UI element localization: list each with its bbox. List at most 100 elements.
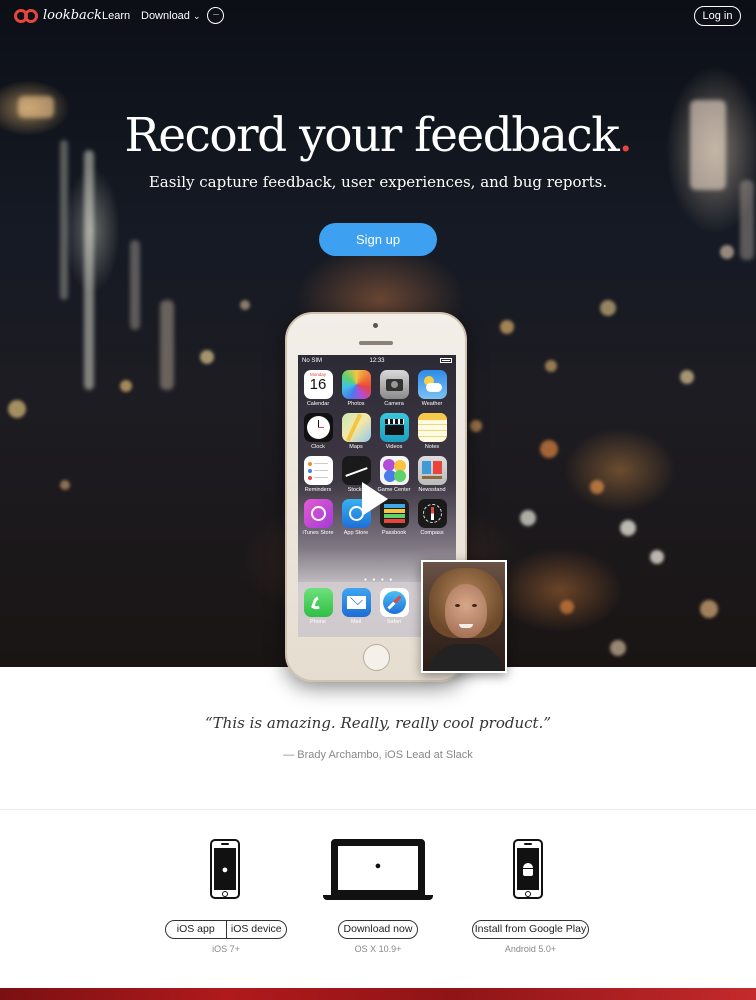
signup-button[interactable]: Sign up: [319, 223, 437, 256]
app-label: Mail: [350, 619, 362, 625]
app-compass: Compass: [413, 499, 451, 536]
ios-phone-device-icon: ●: [210, 839, 240, 899]
google-play-button[interactable]: Install from Google Play: [472, 920, 589, 939]
ios-requirement: iOS 7+: [212, 944, 240, 954]
ios-download-buttons: iOS app iOS device: [165, 920, 287, 939]
app-label: Safari: [386, 619, 402, 625]
logo[interactable]: lookback: [14, 8, 102, 23]
app-label: Videos: [385, 444, 403, 450]
home-button: [363, 644, 390, 671]
hero-title-text: Record your feedback: [124, 108, 619, 163]
clock-icon: [303, 413, 333, 442]
app-mail: Mail: [337, 588, 375, 625]
phone-speaker: [359, 341, 393, 345]
app-photos: Photos: [337, 370, 375, 407]
top-nav: lookback Learn Download ⌄ ··· Log in: [0, 0, 756, 34]
bokeh-light: [60, 140, 68, 300]
itunes-store-icon: [303, 499, 333, 528]
hero-title-dot: .: [618, 108, 633, 163]
nav-learn-link[interactable]: Learn: [102, 10, 130, 22]
bokeh-light: [610, 640, 626, 656]
nav-download-label: Download: [141, 10, 190, 22]
testimonial-quote: “This is amazing. Really, really cool pr…: [205, 714, 551, 732]
app-camera: Camera: [375, 370, 413, 407]
maps-icon: [341, 413, 371, 442]
ios-device-button[interactable]: iOS device: [227, 921, 287, 938]
login-button[interactable]: Log in: [694, 6, 741, 26]
bokeh-light: [120, 380, 132, 392]
apple-logo-icon: ●: [374, 860, 382, 872]
calendar-date: 16: [309, 376, 327, 393]
safari-icon: [379, 588, 409, 617]
bokeh-light: [130, 240, 140, 330]
app-itunes-store: iTunes Store: [299, 499, 337, 536]
bokeh-light: [700, 600, 718, 618]
app-label: iTunes Store: [302, 530, 334, 536]
app-label: Calendar: [306, 401, 330, 407]
bokeh-light: [545, 360, 557, 372]
play-icon[interactable]: [362, 482, 388, 516]
nav-download-menu[interactable]: Download ⌄: [141, 10, 201, 22]
bokeh-light: [470, 420, 482, 432]
chevron-down-icon: ⌄: [192, 11, 201, 21]
app-label: Notes: [424, 444, 440, 450]
ios-app-button[interactable]: iOS app: [166, 921, 227, 938]
app-notes: Notes: [413, 413, 451, 450]
battery-icon: [440, 358, 452, 363]
bokeh-light: [680, 370, 694, 384]
mail-icon: [341, 588, 371, 617]
more-menu-button[interactable]: ···: [207, 7, 224, 24]
app-clock: Clock: [299, 413, 337, 450]
logo-text: lookback: [43, 8, 102, 23]
app-label: Clock: [311, 444, 325, 450]
reminders-icon: [303, 456, 333, 485]
testimonial-author: — Brady Archambo, iOS Lead at Slack: [283, 749, 473, 761]
notes-icon: [417, 413, 447, 442]
app-label: Reminders: [304, 487, 332, 493]
mac-laptop-icon: ●: [323, 839, 433, 901]
lookback-logo-icon: [14, 8, 38, 23]
bokeh-light: [200, 350, 214, 364]
bokeh-light: [60, 480, 70, 490]
app-videos: Videos: [375, 413, 413, 450]
bokeh-light: [160, 300, 174, 390]
mac-requirement: OS X 10.9+: [354, 944, 402, 954]
hero-subtitle: Easily capture feedback, user experience…: [148, 173, 608, 191]
bokeh-light: [740, 180, 754, 260]
app-label: Camera: [384, 401, 404, 407]
game-center-icon: [379, 456, 409, 485]
bokeh-light: [240, 300, 250, 310]
compass-icon: [417, 499, 447, 528]
photos-icon: [341, 370, 371, 399]
app-maps: Maps: [337, 413, 375, 450]
app-phone: Phone: [299, 588, 337, 625]
bokeh-light: [8, 400, 26, 418]
newsstand-icon: [417, 456, 447, 485]
app-newsstand: Newsstand: [413, 456, 451, 493]
bokeh-light: [560, 600, 574, 614]
mac-download-button[interactable]: Download now: [338, 920, 418, 939]
status-bar: No SIM 12:33: [298, 355, 456, 367]
app-reminders: Reminders: [299, 456, 337, 493]
stocks-icon: [341, 456, 371, 485]
more-dots-icon: ···: [212, 9, 220, 19]
videos-icon: [379, 413, 409, 442]
app-label: Weather: [421, 401, 443, 407]
bokeh-light: [600, 300, 616, 316]
android-phone-device-icon: [513, 839, 543, 899]
app-label: Passbook: [381, 530, 407, 536]
app-calendar: Monday 16 Calendar: [299, 370, 337, 407]
bokeh-light: [720, 245, 734, 259]
app-label: Maps: [349, 444, 363, 450]
bokeh-light: [540, 440, 558, 458]
calendar-icon: Monday 16: [303, 370, 333, 399]
bokeh-light: [520, 510, 536, 526]
phone-camera: [373, 323, 378, 328]
app-label: Photos: [347, 401, 365, 407]
app-label: Phone: [310, 619, 326, 625]
app-label: App Store: [343, 530, 369, 536]
app-label: Newsstand: [418, 487, 446, 493]
phone-icon: [303, 588, 333, 617]
app-weather: Weather: [413, 370, 451, 407]
android-requirement: Android 5.0+: [504, 944, 557, 954]
